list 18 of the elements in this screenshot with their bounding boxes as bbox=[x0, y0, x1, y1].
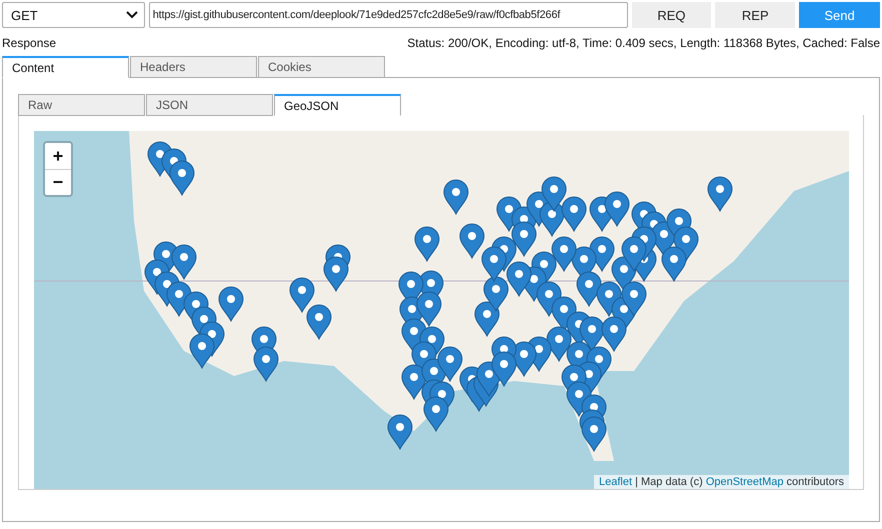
attribution-link[interactable]: OpenStreetMap bbox=[706, 476, 784, 488]
url-field[interactable]: https://gist.githubusercontent.com/deeplook/71e9ded257cfc2d8e5e9/raw/f0cfbab5f266f bbox=[148, 2, 628, 28]
response-label: Response bbox=[2, 36, 56, 52]
tab[interactable]: Headers bbox=[130, 56, 257, 78]
zoom-in-button[interactable]: + bbox=[45, 143, 71, 169]
zoom-out-button[interactable]: − bbox=[45, 169, 71, 195]
tab[interactable]: Cookies bbox=[258, 56, 385, 78]
status-text: Status: 200/OK, Encoding: utf-8, Time: 0.409 secs, Length: 118368 Bytes, Cached: False bbox=[407, 36, 880, 52]
tab[interactable]: GeoJSON bbox=[274, 94, 401, 116]
request-button[interactable]: REP bbox=[715, 2, 796, 28]
tab[interactable]: Raw bbox=[18, 94, 145, 116]
request-button[interactable]: REQ bbox=[632, 2, 712, 28]
chevron-down-icon bbox=[126, 11, 138, 19]
method-dropdown[interactable]: GET bbox=[2, 2, 145, 28]
attribution-link[interactable]: Leaflet bbox=[599, 476, 632, 488]
tab[interactable]: JSON bbox=[146, 94, 273, 116]
tab[interactable]: Content bbox=[2, 56, 129, 78]
attribution-text: Leaflet | Map data (c) OpenStreetMap contributors bbox=[594, 475, 849, 489]
